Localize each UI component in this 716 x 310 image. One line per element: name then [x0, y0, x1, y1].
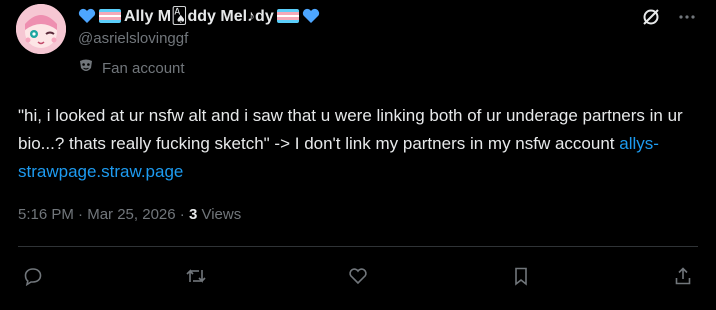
- post-meta: 5:16 PM · Mar 25, 2026 · 3 Views: [18, 206, 241, 223]
- post-main-text: "hi, i looked at ur nsfw alt and i saw t…: [18, 106, 683, 153]
- post-action-bar: [22, 262, 694, 290]
- views-label: Views: [197, 206, 242, 223]
- retweet-icon[interactable]: [185, 265, 207, 287]
- blue-heart-icon: [78, 8, 96, 24]
- bookmark-icon[interactable]: [510, 265, 532, 287]
- divider: [18, 246, 698, 247]
- post-top-actions: [640, 6, 698, 28]
- avatar-icon: [16, 4, 66, 54]
- trans-flag-icon: [276, 9, 299, 23]
- avatar[interactable]: [16, 4, 66, 54]
- like-icon[interactable]: [347, 265, 369, 287]
- fan-account-label: Fan account: [102, 59, 185, 77]
- display-name-text: Ally M🂡ddy Mel♪dy: [124, 8, 274, 25]
- share-icon[interactable]: [672, 265, 694, 287]
- fan-account-badge: Fan account: [78, 58, 185, 78]
- meta-separator: ·: [175, 206, 189, 223]
- more-icon[interactable]: [676, 6, 698, 28]
- post-time[interactable]: 5:16 PM: [18, 206, 74, 223]
- mask-icon: [78, 58, 94, 78]
- blue-heart-icon: [302, 8, 320, 24]
- reply-icon[interactable]: [22, 265, 44, 287]
- post-text: "hi, i looked at ur nsfw alt and i saw t…: [18, 102, 698, 186]
- trans-flag-icon: [99, 9, 121, 23]
- user-handle[interactable]: @asrielslovinggf: [78, 30, 188, 47]
- display-name[interactable]: Ally M🂡ddy Mel♪dy: [78, 6, 320, 26]
- grok-icon[interactable]: [640, 6, 662, 28]
- meta-separator: ·: [73, 206, 88, 223]
- post-date[interactable]: Mar 25, 2026: [87, 206, 175, 223]
